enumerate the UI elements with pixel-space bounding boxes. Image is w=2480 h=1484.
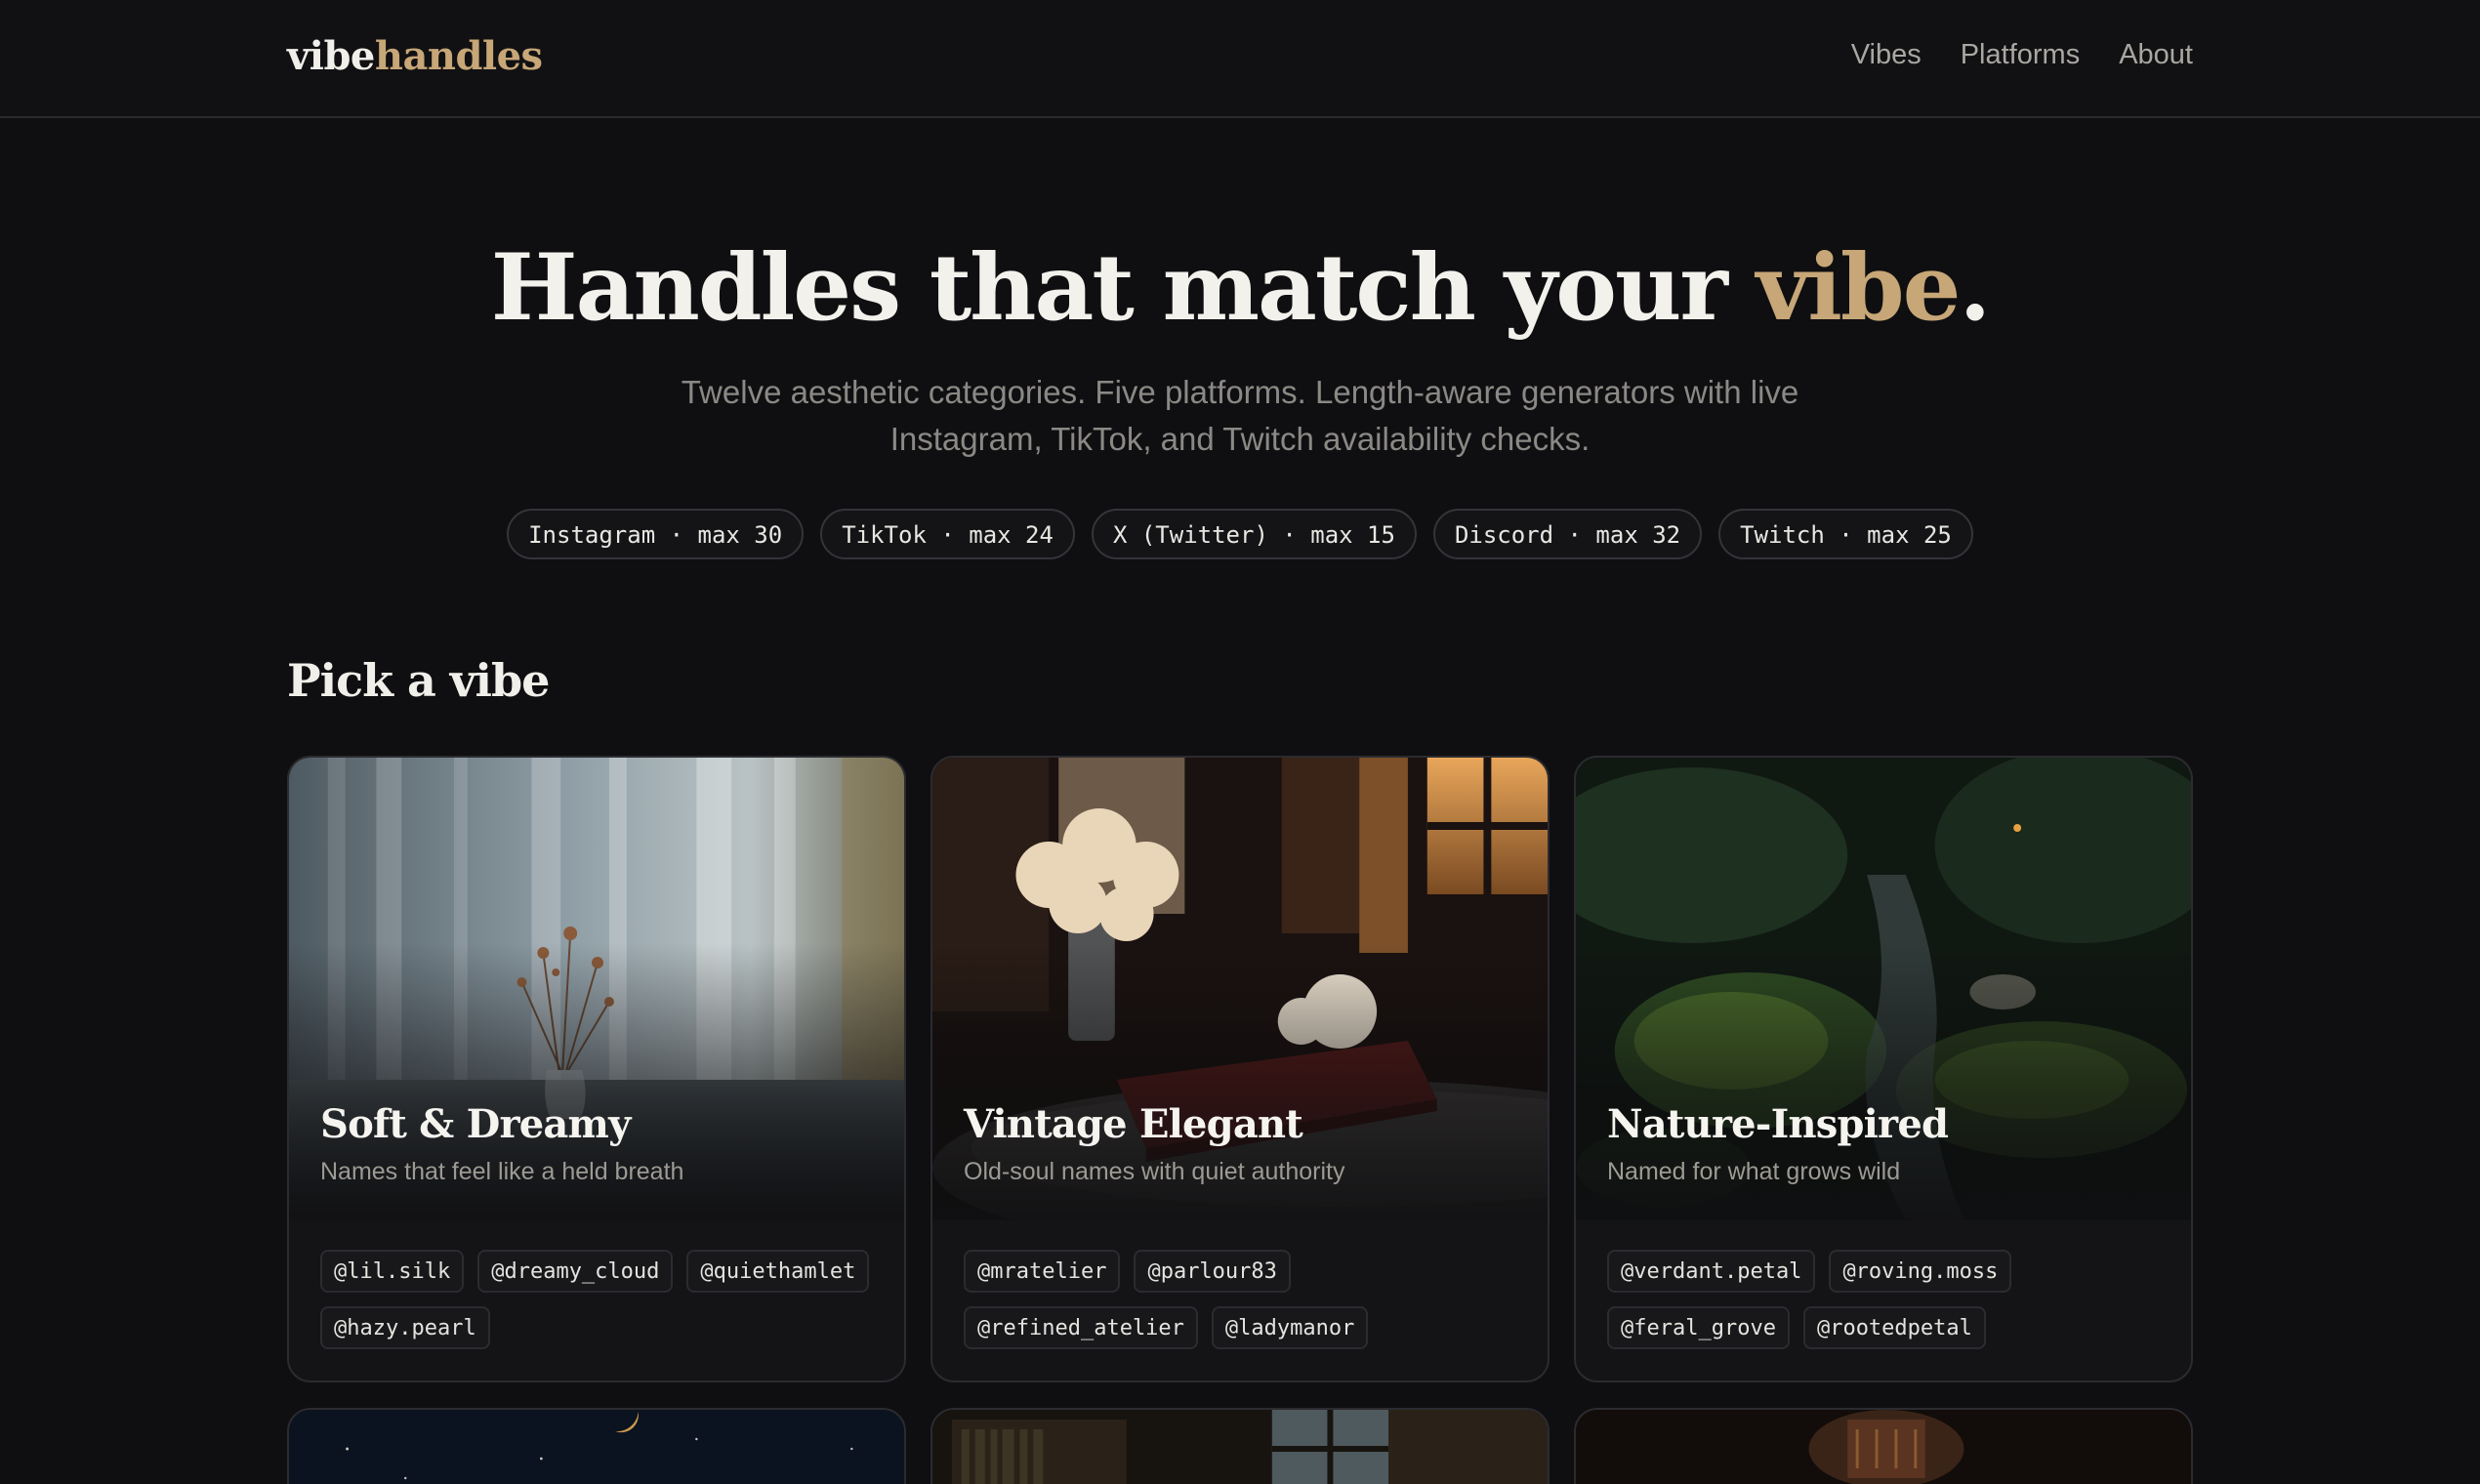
library-image: [932, 1410, 1548, 1484]
section-title-pick-a-vibe: Pick a vibe: [287, 654, 550, 707]
site-logo[interactable]: vibehandles: [287, 33, 543, 79]
handle-chip[interactable]: @hazy.pearl: [320, 1306, 490, 1349]
vibe-card-vintage-elegant[interactable]: Vintage Elegant Old-soul names with quie…: [930, 756, 1550, 1382]
card-description: Named for what grows wild: [1607, 1158, 1901, 1185]
handle-list: @verdant.petal @roving.moss @feral_grove…: [1607, 1250, 2168, 1349]
handle-chip[interactable]: @quiethamlet: [686, 1250, 870, 1293]
lantern-image: [1576, 1410, 2191, 1484]
handle-chip[interactable]: @dreamy_cloud: [477, 1250, 674, 1293]
card-title: Nature-Inspired: [1607, 1101, 1949, 1147]
logo-part-vibe: vibe: [287, 33, 375, 79]
top-navigation-bar: vibehandles Vibes Platforms About: [0, 0, 2480, 118]
handle-chip[interactable]: @verdant.petal: [1607, 1250, 1816, 1293]
hero-subtitle: Twelve aesthetic categories. Five platfo…: [681, 374, 1799, 457]
vibe-card-partial-2[interactable]: [930, 1408, 1550, 1484]
hero-title-accent: vibe: [1756, 234, 1962, 342]
handle-chip[interactable]: @mratelier: [964, 1250, 1121, 1293]
platform-limits: Instagram · max 30 TikTok · max 24 X (Tw…: [0, 509, 2480, 559]
vibe-card-partial-1[interactable]: [287, 1408, 906, 1484]
platform-pill-x-twitter: X (Twitter) · max 15: [1091, 509, 1417, 559]
nav-link-about[interactable]: About: [2119, 39, 2193, 71]
vibe-card-soft-dreamy[interactable]: Soft & Dreamy Names that feel like a hel…: [287, 756, 906, 1382]
handle-list: @lil.silk @dreamy_cloud @quiethamlet @ha…: [320, 1250, 881, 1349]
main-nav: Vibes Platforms About: [1851, 39, 2193, 71]
vibe-card-partial-3[interactable]: [1574, 1408, 2193, 1484]
platform-pill-instagram: Instagram · max 30: [507, 509, 805, 559]
card-title: Vintage Elegant: [964, 1101, 1303, 1147]
handle-chip[interactable]: @feral_grove: [1607, 1306, 1790, 1349]
platform-pill-tiktok: TikTok · max 24: [820, 509, 1075, 559]
card-description: Old-soul names with quiet authority: [964, 1158, 1345, 1185]
nav-link-platforms[interactable]: Platforms: [1961, 39, 2080, 71]
hero-title-main: Handles that match your: [490, 234, 1757, 342]
card-image-overlay: [289, 758, 904, 1220]
card-image-overlay: [1576, 758, 2191, 1220]
handle-chip[interactable]: @refined_atelier: [964, 1306, 1198, 1349]
logo-part-handles: handles: [374, 33, 543, 79]
hero-title-end: .: [1959, 234, 1991, 342]
card-description: Names that feel like a held breath: [320, 1158, 684, 1185]
platform-pill-twitch: Twitch · max 25: [1718, 509, 1973, 559]
card-title: Soft & Dreamy: [320, 1101, 631, 1147]
vibe-card-nature-inspired[interactable]: Nature-Inspired Named for what grows wil…: [1574, 756, 2193, 1382]
handle-chip[interactable]: @ladymanor: [1211, 1306, 1369, 1349]
hero-title: Handles that match your vibe.: [0, 234, 2480, 342]
handle-chip[interactable]: @parlour83: [1134, 1250, 1291, 1293]
card-image-overlay: [932, 758, 1548, 1220]
nav-link-vibes[interactable]: Vibes: [1851, 39, 1922, 71]
platform-pill-discord: Discord · max 32: [1432, 509, 1703, 559]
handle-chip[interactable]: @roving.moss: [1829, 1250, 2012, 1293]
handle-list: @mratelier @parlour83 @refined_atelier @…: [964, 1250, 1524, 1349]
handle-chip[interactable]: @lil.silk: [320, 1250, 465, 1293]
night-sky-image: [289, 1410, 904, 1484]
handle-chip[interactable]: @rootedpetal: [1802, 1306, 1986, 1349]
